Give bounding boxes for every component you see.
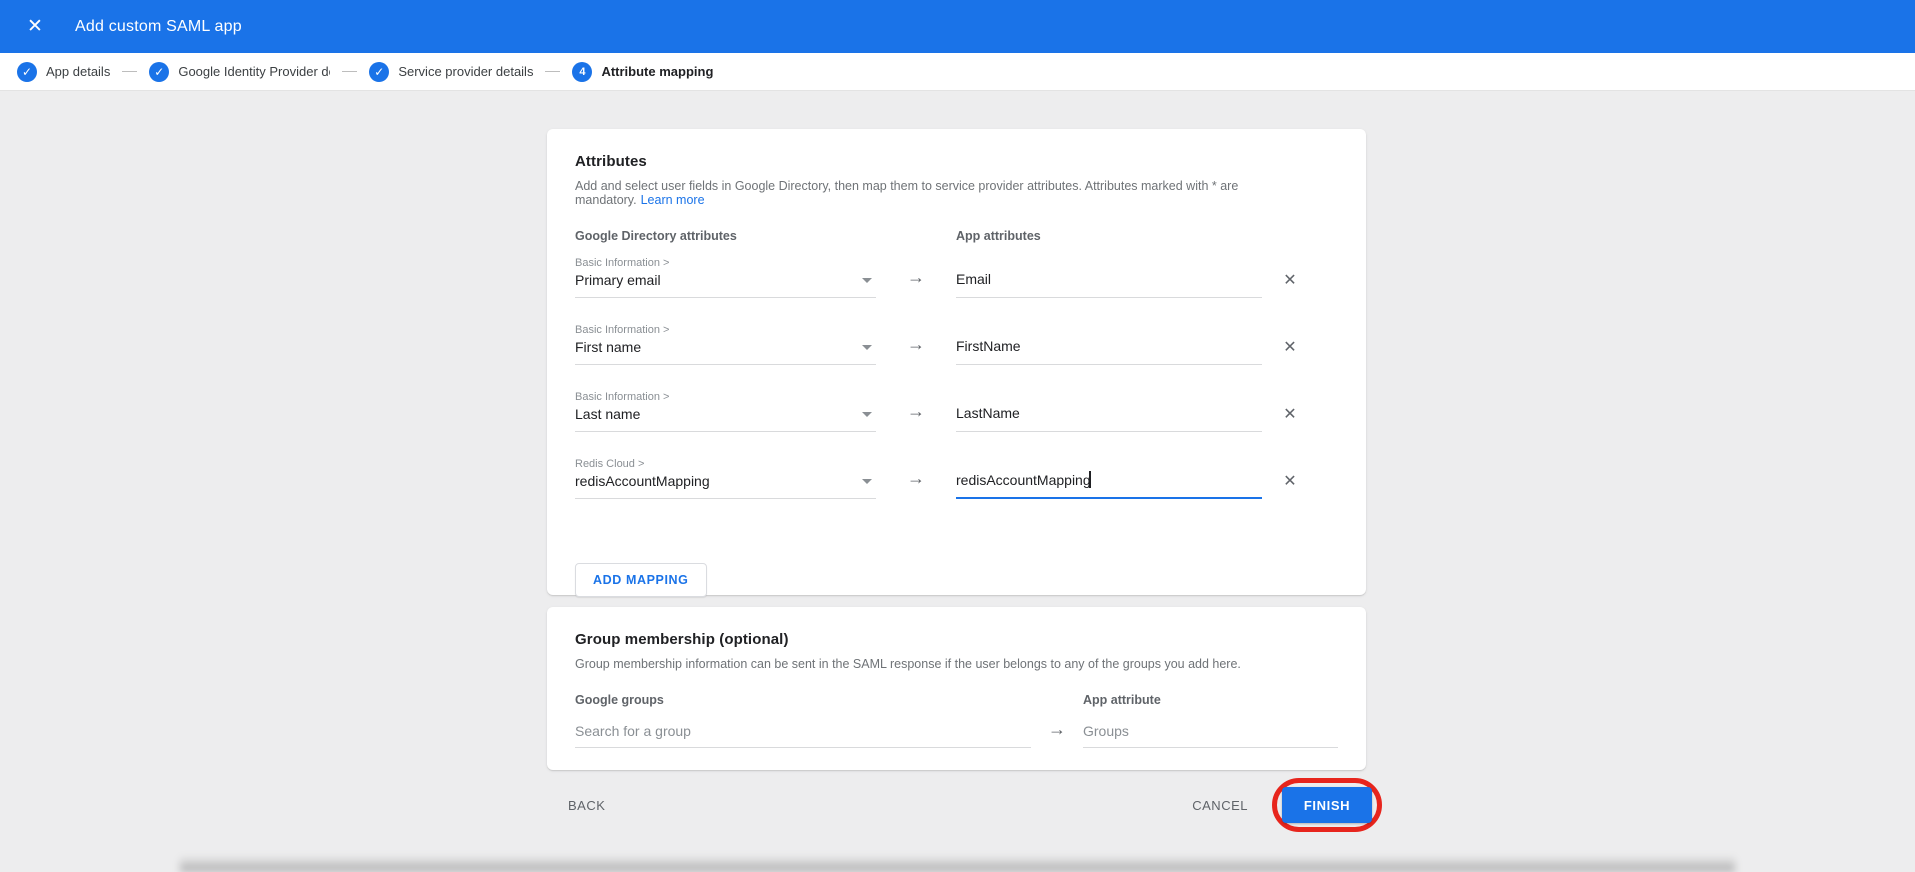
- add-mapping-button[interactable]: ADD MAPPING: [575, 563, 707, 597]
- group-column-headers: Google groups App attribute: [575, 693, 1338, 707]
- app-bar: ✕ Add custom SAML app: [0, 0, 1915, 53]
- remove-mapping-icon[interactable]: ✕: [1278, 402, 1302, 426]
- step-separator: [342, 71, 357, 72]
- attribute-mapping-rows: Basic Information > Primary email → ✕ Ba…: [575, 257, 1338, 499]
- step-app-details[interactable]: ✓ App details: [17, 62, 110, 82]
- stepper: ✓ App details ✓ Google Identity Provider…: [0, 53, 1915, 91]
- maps-to-arrow-icon: →: [876, 267, 956, 298]
- app-attribute-field-focused: [956, 472, 1262, 499]
- google-attribute-select-primary-email[interactable]: Basic Information > Primary email: [575, 257, 876, 298]
- app-attribute-input-firstname[interactable]: [956, 338, 1262, 365]
- attributes-column-headers: Google Directory attributes App attribut…: [575, 229, 1338, 243]
- text-cursor: [1089, 471, 1091, 488]
- google-groups-header: Google groups: [575, 693, 1031, 707]
- google-attribute-select-last-name[interactable]: Basic Information > Last name: [575, 391, 876, 432]
- dropdown-caret-icon: [862, 278, 872, 283]
- selected-attribute-value: redisAccountMapping: [575, 473, 710, 489]
- step-separator: [545, 71, 560, 72]
- app-attribute-field: [956, 271, 1262, 298]
- dropdown-caret-icon: [862, 345, 872, 350]
- attribute-category-label: Basic Information >: [575, 391, 876, 403]
- group-mapping-row: →: [575, 719, 1338, 748]
- maps-to-arrow-icon: →: [876, 334, 956, 365]
- maps-to-arrow-icon: →: [876, 401, 956, 432]
- selected-attribute-value: Last name: [575, 406, 640, 422]
- annotation-red-circle: FINISH: [1272, 778, 1382, 832]
- dropdown-caret-icon: [862, 412, 872, 417]
- group-search-input[interactable]: [575, 723, 1031, 748]
- step-complete-check-icon: ✓: [149, 62, 169, 82]
- step-label: Service provider details: [398, 64, 533, 79]
- attributes-card-title: Attributes: [575, 153, 1338, 170]
- dropdown-caret-icon: [862, 479, 872, 484]
- google-attribute-select-redis-account-mapping[interactable]: Redis Cloud > redisAccountMapping: [575, 458, 876, 499]
- attribute-category-label: Basic Information >: [575, 257, 876, 269]
- bottom-window-shadow: [180, 856, 1735, 872]
- attributes-card: Attributes Add and select user fields in…: [547, 129, 1366, 595]
- group-membership-card: Group membership (optional) Group member…: [547, 607, 1366, 770]
- dialog-footer: BACK CANCEL FINISH: [547, 782, 1366, 828]
- group-app-attribute-field: [1083, 723, 1338, 748]
- attribute-category-label: Redis Cloud >: [575, 458, 876, 470]
- step-attribute-mapping[interactable]: 4 Attribute mapping: [572, 62, 713, 82]
- step-label: App details: [46, 64, 110, 79]
- step-separator: [122, 71, 137, 72]
- app-attribute-input-redis-account-mapping[interactable]: [956, 472, 1262, 499]
- group-membership-description: Group membership information can be sent…: [575, 657, 1338, 671]
- close-icon[interactable]: ✕: [20, 12, 50, 42]
- app-attribute-input-lastname[interactable]: [956, 405, 1262, 432]
- mapping-row: Basic Information > Last name → ✕: [575, 391, 1338, 432]
- group-membership-title: Group membership (optional): [575, 631, 1338, 648]
- step-complete-check-icon: ✓: [369, 62, 389, 82]
- app-attribute-field: [956, 338, 1262, 365]
- group-app-attribute-input[interactable]: [1083, 723, 1338, 748]
- mapping-row: Basic Information > Primary email → ✕: [575, 257, 1338, 298]
- dialog-title: Add custom SAML app: [75, 18, 242, 36]
- step-complete-check-icon: ✓: [17, 62, 37, 82]
- mapping-row: Redis Cloud > redisAccountMapping → ✕: [575, 458, 1338, 499]
- selected-attribute-value: Primary email: [575, 272, 661, 288]
- attributes-card-description: Add and select user fields in Google Dir…: [575, 179, 1338, 207]
- selected-attribute-value: First name: [575, 339, 641, 355]
- maps-to-arrow-icon: →: [1031, 719, 1083, 748]
- learn-more-link[interactable]: Learn more: [641, 193, 705, 207]
- group-search-field: [575, 723, 1031, 748]
- remove-mapping-icon[interactable]: ✕: [1278, 335, 1302, 359]
- remove-mapping-icon[interactable]: ✕: [1278, 268, 1302, 292]
- mapping-row: Basic Information > First name → ✕: [575, 324, 1338, 365]
- step-label: Google Identity Provider details: [178, 64, 330, 79]
- google-attribute-select-first-name[interactable]: Basic Information > First name: [575, 324, 876, 365]
- step-google-idp-details[interactable]: ✓ Google Identity Provider details: [149, 62, 330, 82]
- app-attribute-header: App attribute: [1083, 693, 1338, 707]
- app-attribute-input-email[interactable]: [956, 271, 1262, 298]
- step-number-badge: 4: [572, 62, 592, 82]
- maps-to-arrow-icon: →: [876, 468, 956, 499]
- finish-button[interactable]: FINISH: [1282, 787, 1372, 823]
- remove-mapping-icon[interactable]: ✕: [1278, 469, 1302, 493]
- step-service-provider-details[interactable]: ✓ Service provider details: [369, 62, 533, 82]
- app-attribute-field: [956, 405, 1262, 432]
- step-label: Attribute mapping: [601, 64, 713, 79]
- google-directory-attributes-header: Google Directory attributes: [575, 229, 876, 243]
- cancel-button[interactable]: CANCEL: [1192, 798, 1248, 813]
- back-button[interactable]: BACK: [568, 798, 605, 813]
- app-attributes-header: App attributes: [956, 229, 1262, 243]
- attribute-category-label: Basic Information >: [575, 324, 876, 336]
